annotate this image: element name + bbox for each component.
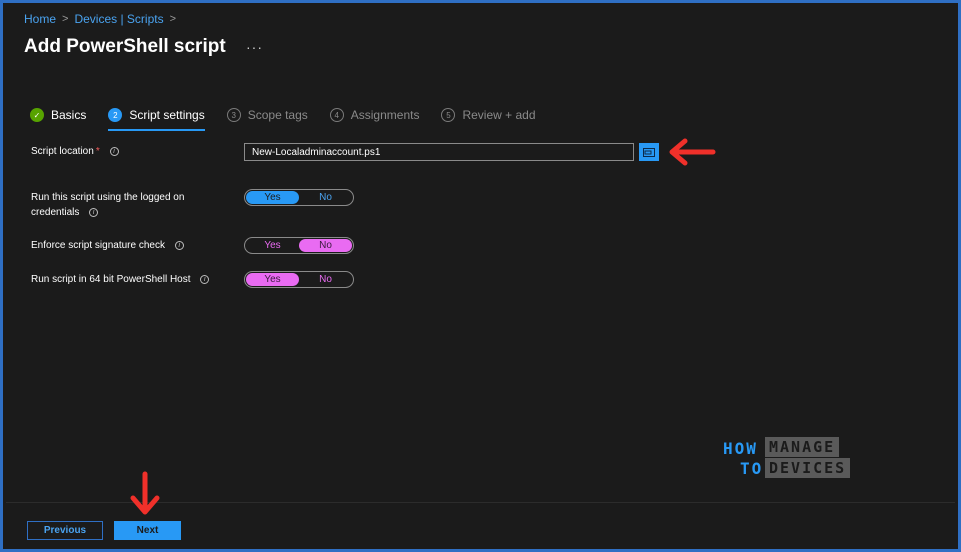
toggle-yes-option[interactable]: Yes [246,191,299,204]
step-number-icon: 3 [226,108,241,122]
breadcrumb-separator: > [62,13,69,25]
step-number-icon: 4 [329,108,344,122]
next-button[interactable]: Next [114,521,181,540]
breadcrumb-home[interactable]: Home [24,12,56,26]
label-text: Script location [31,146,94,157]
toggle-no-option[interactable]: No [299,191,352,204]
tab-basics[interactable]: ✓ Basics [30,105,86,125]
tab-label: Scope tags [247,108,308,122]
logo-manage: MANAGE [765,437,840,457]
tab-script-settings[interactable]: 2 Script settings [108,105,206,131]
label-text: Run this script using the logged on [31,192,185,203]
info-icon[interactable]: i [200,274,210,284]
info-icon[interactable]: i [89,207,99,217]
signature-check-toggle[interactable]: Yes No [244,237,354,254]
page-title: Add PowerShell script [24,36,226,57]
tab-label: Basics [51,108,87,122]
app-window: Home > Devices | Scripts > Add PowerShel… [0,0,961,552]
step-number-icon: 2 [108,108,123,122]
check-icon: ✓ [30,108,44,122]
toggle-yes-option[interactable]: Yes [246,273,299,286]
toggle-no-option[interactable]: No [299,273,352,286]
tab-scope-tags[interactable]: 3 Scope tags [226,105,308,125]
annotation-arrow-left-icon [669,138,716,166]
info-icon[interactable]: i [174,240,184,250]
label-text: Run script in 64 bit PowerShell Host [31,274,191,285]
logo-to: TO [740,459,764,478]
breadcrumb: Home > Devices | Scripts > [24,12,176,26]
script-location-field[interactable]: New-Localadminaccount.ps1 [244,143,634,161]
previous-button[interactable]: Previous [27,521,103,540]
howtomanagedevices-logo: HOW TO MANAGE DEVICES [723,435,863,483]
run-64bit-toggle[interactable]: Yes No [244,271,354,288]
annotation-arrow-down-icon [130,471,160,515]
signature-check-label: Enforce script signature check i [31,238,184,253]
toggle-no-option[interactable]: No [299,239,352,252]
required-marker: * [95,146,100,157]
folder-icon [643,148,655,157]
tab-label: Review + add [462,108,536,122]
tab-label: Script settings [129,108,205,122]
logo-how: HOW [723,439,758,458]
script-location-label: Script location * i [31,144,119,159]
more-options-button[interactable]: ··· [246,39,263,55]
step-number-icon: 5 [441,108,456,122]
browse-file-button[interactable] [639,143,659,161]
run-64bit-label: Run script in 64 bit PowerShell Host i [31,272,210,287]
logo-devices: DEVICES [765,458,851,478]
tab-assignments[interactable]: 4 Assignments [329,105,420,125]
run-logged-on-label: Run this script using the logged on cred… [31,190,184,220]
label-text: credentials [31,207,80,218]
breadcrumb-separator: > [169,13,177,25]
toggle-yes-option[interactable]: Yes [246,239,299,252]
breadcrumb-devices-scripts[interactable]: Devices | Scripts [74,12,163,26]
label-text: Enforce script signature check [31,240,165,251]
run-logged-on-toggle[interactable]: Yes No [244,189,354,206]
tab-review-add[interactable]: 5 Review + add [441,105,536,125]
tab-label: Assignments [350,108,420,122]
info-icon[interactable]: i [109,146,119,156]
wizard-steps: ✓ Basics 2 Script settings 3 Scope tags … [30,105,558,131]
